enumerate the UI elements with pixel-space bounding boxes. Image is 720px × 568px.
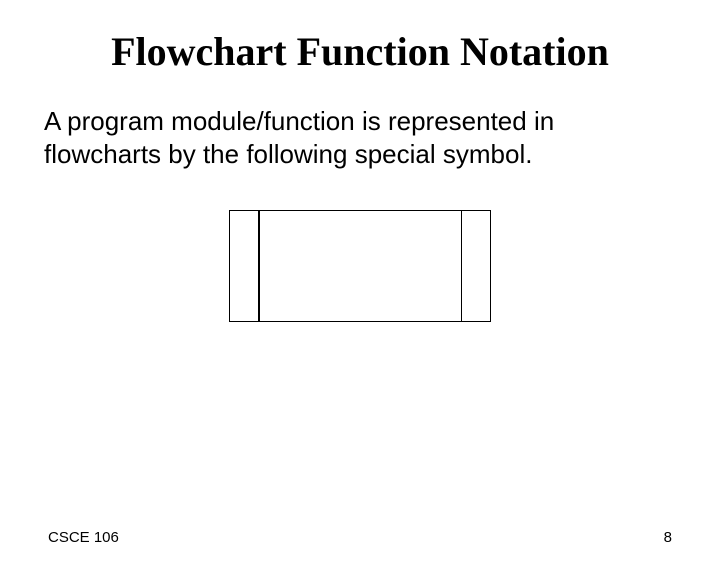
footer-page-number: 8	[664, 529, 672, 546]
symbol-container	[0, 210, 720, 322]
footer-course-code: CSCE 106	[48, 529, 119, 546]
slide-body-text: A program module/function is represented…	[44, 105, 676, 170]
slide-footer: CSCE 106 8	[0, 529, 720, 546]
predefined-process-symbol	[229, 210, 491, 322]
slide-title: Flowchart Function Notation	[0, 28, 720, 75]
